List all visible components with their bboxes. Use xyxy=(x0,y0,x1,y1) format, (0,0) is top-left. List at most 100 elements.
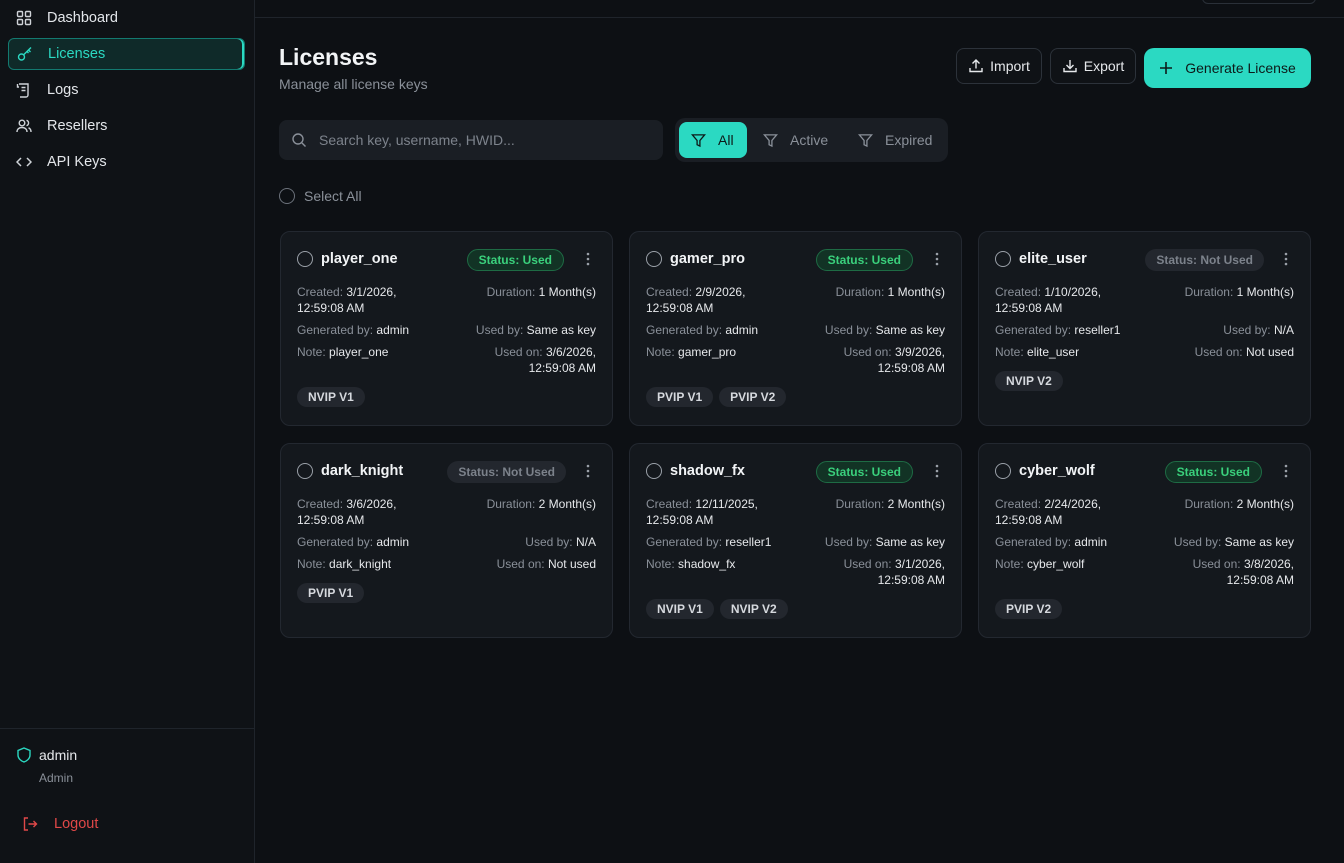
license-card[interactable]: dark_knight Status: Not Used Created: 3/… xyxy=(280,443,613,638)
used-on-time: 12:59:08 AM xyxy=(877,573,945,587)
created-field: Created: 2/24/2026, 12:59:08 AM xyxy=(995,496,1101,528)
generate-license-button[interactable]: Generate License xyxy=(1144,48,1311,88)
duration-value: 1 Month(s) xyxy=(1236,285,1294,299)
scroll-icon xyxy=(16,82,32,98)
duration-label: Duration: xyxy=(486,497,536,511)
status-badge: Status: Not Used xyxy=(447,461,566,483)
created-time: 12:59:08 AM xyxy=(995,301,1063,315)
filter-active[interactable]: Active xyxy=(751,122,840,158)
note-label: Note: xyxy=(995,345,1024,359)
card-select-checkbox[interactable] xyxy=(995,251,1011,267)
note-field: Note: gamer_pro xyxy=(646,344,736,360)
license-card[interactable]: cyber_wolf Status: Used Created: 2/24/20… xyxy=(978,443,1311,638)
generated-by-value: reseller1 xyxy=(725,535,772,549)
tag-list: PVIP V2 xyxy=(995,599,1063,619)
user-role: Admin xyxy=(39,771,74,785)
tag-list: NVIP V1 NVIP V2 xyxy=(646,599,788,619)
used-on-label: Used on: xyxy=(843,557,892,571)
note-label: Note: xyxy=(297,557,326,571)
more-options-icon[interactable] xyxy=(935,252,939,266)
created-label: Created: xyxy=(995,285,1042,299)
generated-by-field: Generated by: admin xyxy=(297,322,409,338)
search-input[interactable] xyxy=(319,132,639,148)
license-card[interactable]: elite_user Status: Not Used Created: 1/1… xyxy=(978,231,1311,426)
code-icon xyxy=(16,154,32,170)
topbar-divider xyxy=(255,17,1344,18)
created-value: 3/1/2026, xyxy=(346,285,397,299)
used-on-label: Used on: xyxy=(1192,557,1241,571)
used-by-field: Used by: N/A xyxy=(525,534,596,550)
card-select-checkbox[interactable] xyxy=(297,251,313,267)
logout-label: Logout xyxy=(54,816,99,832)
status-badge: Status: Not Used xyxy=(1145,249,1264,271)
card-select-checkbox[interactable] xyxy=(995,463,1011,479)
note-field: Note: elite_user xyxy=(995,344,1079,360)
used-on-field: Used on: Not used xyxy=(1195,344,1294,360)
license-card[interactable]: player_one Status: Used Created: 3/1/202… xyxy=(280,231,613,426)
license-name: elite_user xyxy=(1019,251,1087,267)
sidebar-item-resellers[interactable]: Resellers xyxy=(8,110,245,142)
select-all[interactable]: Select All xyxy=(279,188,362,204)
filter-expired[interactable]: Expired xyxy=(846,122,944,158)
used-by-value: N/A xyxy=(1273,323,1294,337)
used-on-time: 12:59:08 AM xyxy=(1226,573,1294,587)
duration-value: 2 Month(s) xyxy=(538,497,596,511)
used-by-value: Same as key xyxy=(875,323,945,337)
topbar-control[interactable] xyxy=(1202,0,1316,4)
used-on-value: 3/8/2026, xyxy=(1243,557,1294,571)
license-card[interactable]: shadow_fx Status: Used Created: 12/11/20… xyxy=(629,443,962,638)
card-select-checkbox[interactable] xyxy=(646,463,662,479)
generated-by-label: Generated by: xyxy=(646,323,723,337)
used-on-value: 3/9/2026, xyxy=(894,345,945,359)
note-field: Note: player_one xyxy=(297,344,388,360)
duration-field: Duration: 1 Month(s) xyxy=(836,284,945,300)
duration-label: Duration: xyxy=(486,285,536,299)
created-label: Created: xyxy=(297,285,344,299)
product-tag: PVIP V1 xyxy=(297,583,365,603)
filter-all[interactable]: All xyxy=(679,122,747,158)
sidebar-item-dashboard[interactable]: Dashboard xyxy=(8,2,245,34)
import-label: Import xyxy=(990,58,1030,74)
more-options-icon[interactable] xyxy=(1284,252,1288,266)
used-on-value: 3/1/2026, xyxy=(894,557,945,571)
duration-label: Duration: xyxy=(835,285,885,299)
generated-by-field: Generated by: reseller1 xyxy=(995,322,1120,338)
duration-field: Duration: 2 Month(s) xyxy=(1185,496,1294,512)
logout-button[interactable]: Logout xyxy=(22,816,98,832)
created-time: 12:59:08 AM xyxy=(995,513,1063,527)
more-options-icon[interactable] xyxy=(586,252,590,266)
used-on-field: Used on: 3/6/2026, 12:59:08 AM xyxy=(495,344,596,376)
sidebar-item-api-keys[interactable]: API Keys xyxy=(8,146,245,178)
license-card[interactable]: gamer_pro Status: Used Created: 2/9/2026… xyxy=(629,231,962,426)
license-name: gamer_pro xyxy=(670,251,745,267)
note-value: shadow_fx xyxy=(678,557,736,571)
used-on-label: Used on: xyxy=(496,557,545,571)
duration-label: Duration: xyxy=(1184,497,1234,511)
sidebar-item-logs[interactable]: Logs xyxy=(8,74,245,106)
card-select-checkbox[interactable] xyxy=(646,251,662,267)
used-by-label: Used by: xyxy=(1223,323,1271,337)
import-button[interactable]: Import xyxy=(956,48,1042,84)
used-by-label: Used by: xyxy=(525,535,573,549)
plus-icon xyxy=(1159,61,1173,75)
product-tag: NVIP V1 xyxy=(297,387,365,407)
sidebar-item-licenses[interactable]: Licenses xyxy=(8,38,245,70)
card-select-checkbox[interactable] xyxy=(297,463,313,479)
used-by-value: Same as key xyxy=(875,535,945,549)
product-tag: PVIP V1 xyxy=(646,387,714,407)
sidebar-item-label: Licenses xyxy=(48,46,106,62)
created-time: 12:59:08 AM xyxy=(646,513,714,527)
export-label: Export xyxy=(1083,58,1125,74)
more-options-icon[interactable] xyxy=(1284,464,1288,478)
created-value: 3/6/2026, xyxy=(346,497,397,511)
note-value: dark_knight xyxy=(329,557,392,571)
select-all-checkbox[interactable] xyxy=(279,188,295,204)
more-options-icon[interactable] xyxy=(586,464,590,478)
note-label: Note: xyxy=(646,557,675,571)
export-button[interactable]: Export xyxy=(1050,48,1136,84)
more-options-icon[interactable] xyxy=(935,464,939,478)
sidebar-item-label: Logs xyxy=(47,82,79,98)
duration-value: 2 Month(s) xyxy=(1236,497,1294,511)
generated-by-label: Generated by: xyxy=(297,535,374,549)
note-value: gamer_pro xyxy=(678,345,737,359)
